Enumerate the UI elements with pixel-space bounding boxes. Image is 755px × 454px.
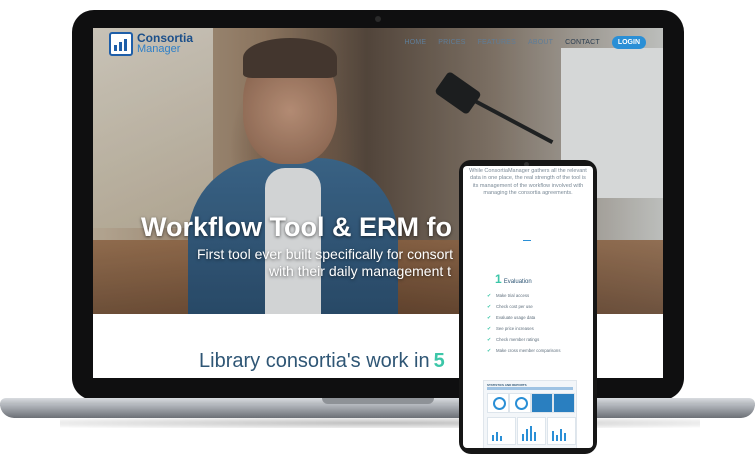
logo-wordmark: Consortia Manager xyxy=(137,32,193,55)
nav-home[interactable]: HOME xyxy=(404,39,426,46)
list-item: ✔ See price increases xyxy=(487,323,587,334)
evaluation-label: Evaluation xyxy=(503,279,532,285)
section-title-text: Library consortia's work in xyxy=(199,350,430,372)
thumbnail-card xyxy=(531,393,553,413)
phone-screen: While ConsortiaManager gathers all the r… xyxy=(463,166,593,448)
hero-title-main: Workflow Tool & ERM fo xyxy=(141,212,452,242)
section-title: Library consortia's work in 5 xyxy=(199,350,445,373)
phone-divider xyxy=(523,240,531,241)
mini-chart xyxy=(547,417,576,445)
thumbnail-card xyxy=(509,393,531,413)
laptop-notch xyxy=(322,398,434,404)
chart-logo-icon xyxy=(109,32,133,56)
check-icon: ✔ xyxy=(487,347,492,354)
list-item: ✔ Evaluate usage data xyxy=(487,312,587,323)
laptop-base xyxy=(0,404,755,418)
thumbnail-header-bar xyxy=(487,387,573,390)
check-icon: ✔ xyxy=(487,292,492,299)
list-item-label: See price increases xyxy=(496,326,534,331)
phone-intro-text: While ConsortiaManager gathers all the r… xyxy=(469,168,587,197)
laptop-camera xyxy=(375,16,381,22)
nav-about[interactable]: ABOUT xyxy=(528,39,553,46)
check-icon: ✔ xyxy=(487,303,492,310)
nav-prices[interactable]: PRICES xyxy=(438,39,465,46)
mini-chart xyxy=(487,417,516,445)
check-icon: ✔ xyxy=(487,314,492,321)
list-item-label: Check cost per use xyxy=(496,304,533,309)
donut-icon xyxy=(493,397,506,410)
nav-contact[interactable]: CONTACT xyxy=(565,39,600,46)
thumbnail-card xyxy=(553,393,575,413)
nav-features[interactable]: FEATURES xyxy=(478,39,516,46)
site-logo[interactable]: Consortia Manager xyxy=(109,32,193,56)
mini-chart xyxy=(517,417,546,445)
check-icon: ✔ xyxy=(487,336,492,343)
logo-line2: Manager xyxy=(137,43,181,55)
list-item: ✔ Make cross member comparisons xyxy=(487,345,587,356)
list-item: ✔ Check cost per use xyxy=(487,301,587,312)
list-item-label: Make cross member comparisons xyxy=(496,348,561,353)
list-item: ✔ Make trial access xyxy=(487,290,587,301)
hero-subtitle-line2: with their daily management t xyxy=(268,263,452,279)
donut-icon xyxy=(515,397,528,410)
dashboard-thumbnail: STATISTICS AND REPORTS xyxy=(483,380,577,448)
evaluation-number: 1 xyxy=(495,272,502,286)
main-nav: HOME PRICES FEATURES ABOUT CONTACT LOGIN xyxy=(392,36,646,49)
check-icon: ✔ xyxy=(487,325,492,332)
evaluation-checklist: ✔ Make trial access ✔ Check cost per use ✔… xyxy=(487,290,587,356)
laptop-shadow xyxy=(60,418,700,428)
evaluation-heading: 1 Evaluation xyxy=(495,272,532,286)
thumbnail-card xyxy=(487,393,509,413)
login-button[interactable]: LOGIN xyxy=(611,36,646,49)
list-item-label: Make trial access xyxy=(496,293,530,298)
list-item: ✔ Check member ratings xyxy=(487,334,587,345)
list-item-label: Evaluate usage data xyxy=(496,315,536,320)
section-title-number: 5 xyxy=(433,350,445,372)
hero-subtitle-line1: First tool ever built specifically for c… xyxy=(197,246,453,262)
list-item-label: Check member ratings xyxy=(496,337,540,342)
hero-subtitle: First tool ever built specifically for c… xyxy=(197,246,453,280)
